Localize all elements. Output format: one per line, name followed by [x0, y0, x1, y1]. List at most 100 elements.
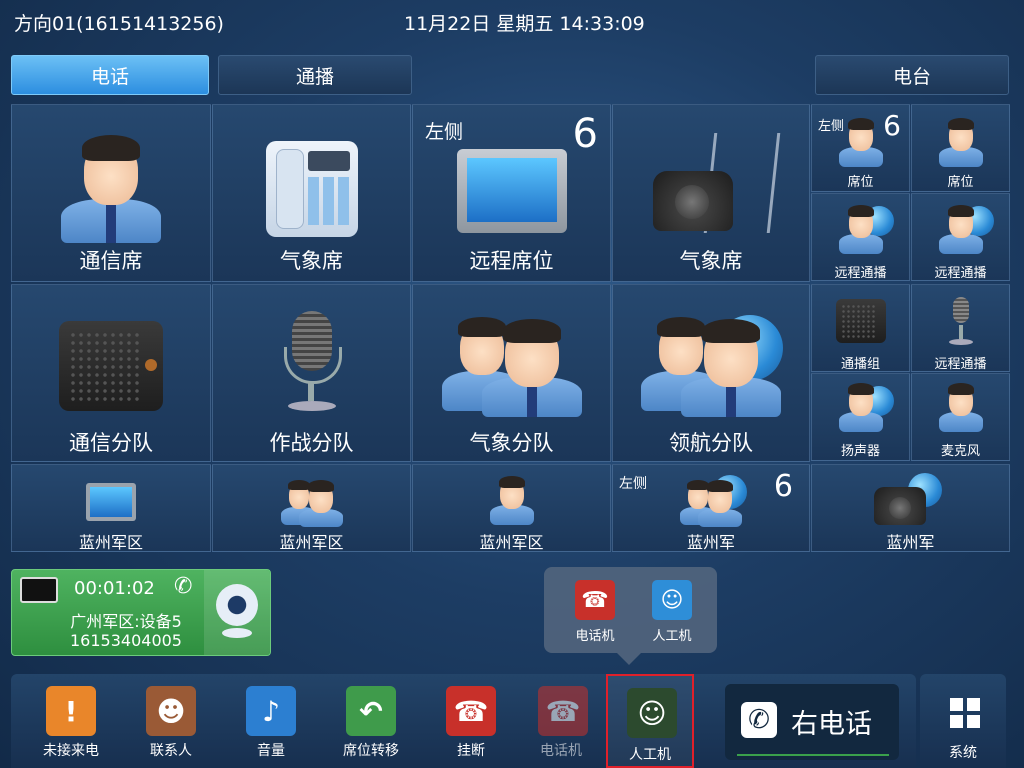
tile-broadcast-group[interactable]: 通播组	[811, 284, 910, 372]
side-label: 左侧	[425, 121, 464, 143]
officer-icon	[487, 473, 537, 525]
call-timer: 00:01:02	[74, 578, 155, 599]
hangup-icon: ☎	[446, 686, 496, 736]
tile-label: 远程通播	[934, 266, 987, 281]
tile-label: 蓝州军区	[479, 533, 544, 552]
officer-icon	[56, 133, 166, 243]
video-toggle[interactable]	[204, 570, 270, 655]
call-active-icon: ✆	[174, 574, 193, 599]
desk-phone-icon	[265, 141, 358, 237]
group-icon	[641, 307, 781, 417]
group-icon	[680, 475, 742, 527]
tab-label: 通播	[295, 65, 334, 88]
tile-remote-broadcast-1[interactable]: 远程通播	[811, 193, 910, 281]
system-button[interactable]: 系统	[920, 674, 1006, 768]
button-label: 挂断	[457, 743, 485, 759]
tile-lanzhou-4[interactable]: 左侧 6 蓝州军	[612, 464, 810, 552]
tab-broadcast[interactable]: 通播	[218, 55, 412, 95]
tile-label: 作战分队	[269, 431, 354, 455]
phone-icon: ☎	[581, 587, 609, 613]
tile-weather-team[interactable]: 气象分队	[412, 284, 611, 462]
tile-label: 蓝州军区	[279, 533, 344, 552]
button-label: 系统	[949, 745, 977, 761]
caller-number: 16153404005	[70, 631, 182, 650]
tile-weather-seat[interactable]: 气象席	[212, 104, 411, 282]
tile-label: 席位	[947, 175, 974, 190]
status-bar: 方向01(16151413256) 11月22日 星期五 14:33:09	[0, 0, 1024, 42]
tile-label: 扬声器	[840, 444, 880, 459]
button-label: 电话机	[540, 743, 582, 759]
monitor-icon	[86, 483, 136, 521]
tile-label: 气象分队	[469, 431, 554, 455]
tile-loudspeaker[interactable]: 扬声器	[811, 373, 910, 461]
desk-phone-option[interactable]: ☎	[575, 580, 615, 620]
tile-label: 麦克风	[940, 444, 980, 459]
microphone-icon	[947, 297, 975, 347]
handset-screen-icon	[20, 577, 58, 603]
button-label: 右电话	[791, 709, 872, 740]
hangup-button[interactable]: ☎ 挂断	[421, 674, 521, 768]
button-label: 人工机	[629, 747, 671, 763]
tile-label: 蓝州军区	[78, 533, 143, 552]
officer-icon	[836, 204, 886, 254]
tab-phone[interactable]: 电话	[11, 55, 209, 95]
bottom-dock: ! 未接来电 ☻ 联系人 ♪ 音量 ↶ 席位转移 ☎ 挂断 ☎ 电话机 ☺ 人工…	[11, 674, 916, 768]
button-label: 席位转移	[343, 743, 399, 759]
desk-phone-button[interactable]: ☎ 电话机	[516, 674, 606, 768]
tile-lanzhou-3[interactable]: 蓝州军区	[412, 464, 611, 552]
contact-icon: ☻	[146, 686, 196, 736]
missed-calls-button[interactable]: ! 未接来电	[21, 674, 121, 768]
tile-label: 气象席	[679, 249, 743, 273]
webcam-icon	[216, 584, 258, 626]
tile-comm-team[interactable]: 通信分队	[11, 284, 211, 462]
speaker-box-icon	[59, 321, 163, 411]
speaker-box-icon	[835, 299, 886, 343]
tile-weather-seat-2[interactable]: 气象席	[612, 104, 810, 282]
tile-label: 远程席位	[469, 249, 554, 273]
tile-remote-broadcast-3[interactable]: 远程通播	[911, 284, 1010, 372]
right-phone-button[interactable]: ✆ 右电话	[725, 684, 899, 760]
desk-phone-icon: ☎	[538, 686, 588, 736]
side-label: 左侧	[619, 476, 647, 492]
contacts-button[interactable]: ☻ 联系人	[121, 674, 221, 768]
tile-remote-broadcast-2[interactable]: 远程通播	[911, 193, 1010, 281]
headset-icon: ☺	[660, 587, 684, 613]
option-label: 电话机	[575, 629, 615, 644]
tile-microphone[interactable]: 麦克风	[911, 373, 1010, 461]
tile-seat[interactable]: 席位	[911, 104, 1010, 192]
volume-button[interactable]: ♪ 音量	[221, 674, 321, 768]
officer-icon	[936, 382, 986, 432]
tile-label: 远程通播	[834, 266, 887, 281]
active-call-card[interactable]: 00:01:02 ✆ 广州军区:设备5 16153404005	[11, 569, 271, 656]
tab-radio[interactable]: 电台	[815, 55, 1009, 95]
tile-comm-seat[interactable]: 通信席	[11, 104, 211, 282]
missed-call-icon: !	[46, 686, 96, 736]
tile-label: 领航分队	[669, 431, 753, 455]
officer-icon	[936, 117, 986, 167]
tile-label: 蓝州军	[686, 533, 735, 552]
datetime: 11月22日 星期五 14:33:09	[404, 13, 645, 35]
tile-label: 通播组	[840, 357, 880, 372]
operator-option[interactable]: ☺	[652, 580, 692, 620]
group-icon	[441, 307, 582, 417]
count-badge: 6	[883, 109, 901, 142]
tile-combat-team[interactable]: 作战分队	[212, 284, 411, 462]
speaker-icon: ♪	[246, 686, 296, 736]
button-label: 音量	[257, 743, 285, 759]
rotary-phone-icon	[653, 171, 733, 231]
tile-seat-left[interactable]: 左侧 6 席位	[811, 104, 910, 192]
tab-label: 电台	[892, 65, 931, 88]
operator-button[interactable]: ☺ 人工机	[606, 674, 694, 768]
handset-icon: ✆	[741, 702, 777, 738]
caller-name: 广州军区:设备5	[70, 612, 182, 631]
officer-icon	[836, 382, 886, 432]
option-label: 人工机	[652, 629, 692, 644]
rotary-phone-icon	[874, 487, 926, 525]
tile-navigation-team[interactable]: 领航分队	[612, 284, 810, 462]
seat-transfer-button[interactable]: ↶ 席位转移	[321, 674, 421, 768]
line-info: 方向01(16151413256)	[14, 13, 224, 35]
tile-lanzhou-5[interactable]: 蓝州军	[811, 464, 1010, 552]
tile-remote-seat[interactable]: 左侧 6 远程席位	[412, 104, 611, 282]
tile-lanzhou-1[interactable]: 蓝州军区	[11, 464, 211, 552]
tile-lanzhou-2[interactable]: 蓝州军区	[212, 464, 411, 552]
